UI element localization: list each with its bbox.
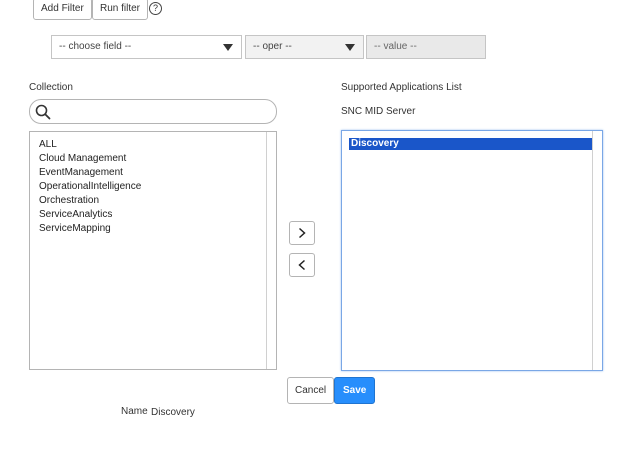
supported-applications-label: Supported Applications List [341,82,462,93]
list-item[interactable]: Discovery [349,138,594,150]
supported-list: Discovery [342,131,602,150]
add-to-list-button[interactable] [289,221,315,245]
run-filter-button[interactable]: Run filter [92,0,149,20]
operator-select[interactable]: -- oper -- [245,35,364,59]
value-field-placeholder: -- value -- [374,41,417,52]
collection-listbox[interactable]: ALL Cloud Management EventManagement Ope… [29,131,277,370]
chevron-left-icon [298,259,306,271]
save-button[interactable]: Save [334,377,376,404]
collection-list: ALL Cloud Management EventManagement Ope… [30,132,276,236]
help-icon[interactable]: ? [149,2,162,15]
list-item[interactable]: EventManagement [30,166,276,180]
operator-select-value: -- oper -- [253,41,292,52]
collection-label: Collection [29,82,73,93]
cancel-button[interactable]: Cancel [287,377,335,404]
collection-search-input[interactable] [29,99,277,124]
chevron-right-icon [298,227,306,239]
list-item[interactable]: ServiceMapping [30,222,276,236]
mid-server-label: SNC MID Server [341,106,416,117]
list-item[interactable]: ALL [30,138,276,152]
add-filter-button[interactable]: Add Filter [33,0,92,20]
field-select-value: -- choose field -- [59,41,132,52]
chevron-down-icon [345,44,355,51]
name-value: Discovery [151,407,195,418]
scrollbar[interactable] [266,132,276,369]
scrollbar[interactable] [592,131,602,370]
supported-applications-listbox[interactable]: Discovery [341,130,603,371]
name-label: Name [121,406,148,417]
list-item[interactable]: ServiceAnalytics [30,208,276,222]
remove-from-list-button[interactable] [289,253,315,277]
value-field[interactable]: -- value -- [366,35,486,59]
list-item[interactable]: OperationalIntelligence [30,180,276,194]
list-item[interactable]: Cloud Management [30,152,276,166]
search-icon [35,104,51,120]
chevron-down-icon [223,44,233,51]
field-select[interactable]: -- choose field -- [51,35,242,59]
list-item[interactable]: Orchestration [30,194,276,208]
